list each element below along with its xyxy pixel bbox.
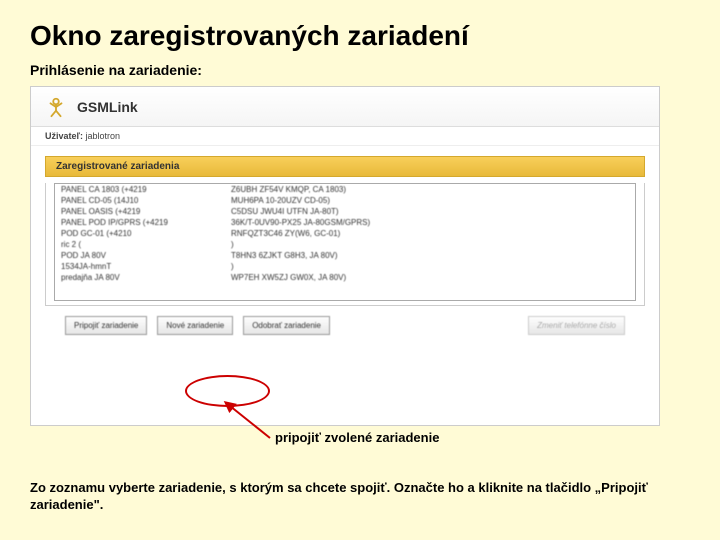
devices-panel: Zaregistrované zariadenia PANEL CA 1803 …: [45, 156, 645, 345]
logo-icon: [45, 96, 67, 118]
app-name: GSMLink: [77, 99, 138, 115]
device-row[interactable]: ric 2 (): [55, 239, 635, 250]
footer-instruction: Zo zoznamu vyberte zariadenie, s ktorým …: [30, 480, 690, 514]
list-area: PANEL CA 1803 (+4219Z6UBH ZF54V KMQP, CA…: [45, 183, 645, 306]
device-name: POD GC-01 (+4210: [61, 229, 231, 238]
device-row[interactable]: predajňa JA 80VWP7EH XW5ZJ GW0X, JA 80V): [55, 272, 635, 283]
page-subtitle: Prihlásenie na zariadenie:: [30, 62, 690, 78]
device-info: ): [231, 262, 629, 271]
device-info: Z6UBH ZF54V KMQP, CA 1803): [231, 185, 629, 194]
device-info: C5DSU JWU4I UTFN JA-80T): [231, 207, 629, 216]
device-info: ): [231, 240, 629, 249]
app-window: GSMLink Uživateľ: jablotron Zaregistrova…: [30, 86, 660, 426]
device-name: PANEL POD IP/GPRS (+4219: [61, 218, 231, 227]
device-name: PANEL CA 1803 (+4219: [61, 185, 231, 194]
new-device-button[interactable]: Nové zariadenie: [157, 316, 233, 335]
device-row[interactable]: 1534JA-hmnT): [55, 261, 635, 272]
panel-title: Zaregistrované zariadenia: [45, 156, 645, 177]
callout-text: pripojiť zvolené zariadenie: [275, 430, 439, 445]
device-row[interactable]: PANEL CD-05 (14J10MUH6PA 10-20UZV CD-05): [55, 195, 635, 206]
change-phone-button[interactable]: Zmeniť telefónne číslo: [528, 316, 625, 335]
device-info: 36K/T-0UV90-PX25 JA-80GSM/GPRS): [231, 218, 629, 227]
device-name: 1534JA-hmnT: [61, 262, 231, 271]
device-info: RNFQZT3C46 ZY(W6, GC-01): [231, 229, 629, 238]
device-row[interactable]: POD JA 80VT8HN3 6ZJKT G8H3, JA 80V): [55, 250, 635, 261]
device-info: WP7EH XW5ZJ GW0X, JA 80V): [231, 273, 629, 282]
device-name: POD JA 80V: [61, 251, 231, 260]
page-title: Okno zaregistrovaných zariadení: [30, 20, 690, 52]
device-name: PANEL OASIS (+4219: [61, 207, 231, 216]
device-name: PANEL CD-05 (14J10: [61, 196, 231, 205]
user-bar: Uživateľ: jablotron: [31, 127, 659, 146]
delete-device-button[interactable]: Odobrať zariadenie: [243, 316, 330, 335]
app-header: GSMLink: [31, 87, 659, 127]
device-name: predajňa JA 80V: [61, 273, 231, 282]
device-row[interactable]: PANEL OASIS (+4219C5DSU JWU4I UTFN JA-80…: [55, 206, 635, 217]
device-info: T8HN3 6ZJKT G8H3, JA 80V): [231, 251, 629, 260]
device-row[interactable]: PANEL CA 1803 (+4219Z6UBH ZF54V KMQP, CA…: [55, 184, 635, 195]
connect-device-button[interactable]: Pripojiť zariadenie: [65, 316, 147, 335]
device-name: ric 2 (: [61, 240, 231, 249]
device-info: MUH6PA 10-20UZV CD-05): [231, 196, 629, 205]
user-label: Uživateľ:: [45, 131, 83, 141]
user-value: jablotron: [86, 131, 121, 141]
device-row[interactable]: POD GC-01 (+4210RNFQZT3C46 ZY(W6, GC-01): [55, 228, 635, 239]
button-row: Pripojiť zariadenie Nové zariadenie Odob…: [45, 306, 645, 345]
device-row[interactable]: PANEL POD IP/GPRS (+421936K/T-0UV90-PX25…: [55, 217, 635, 228]
device-list[interactable]: PANEL CA 1803 (+4219Z6UBH ZF54V KMQP, CA…: [54, 183, 636, 301]
